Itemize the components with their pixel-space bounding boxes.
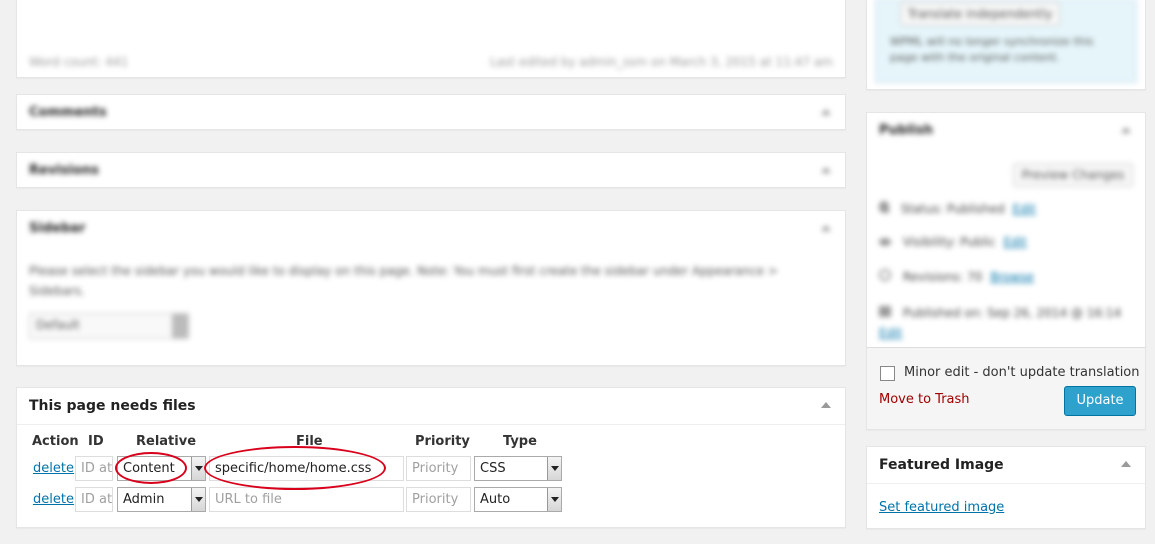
pin-icon: [879, 201, 889, 213]
collapse-icon[interactable]: [821, 402, 831, 408]
relative-value: Content: [123, 461, 175, 476]
priority-placeholder: Priority: [412, 492, 459, 507]
header-relative: Relative: [136, 434, 197, 449]
file-input[interactable]: specific/home/home.css: [209, 456, 404, 481]
sidebar-select[interactable]: Default: [29, 313, 189, 339]
status-row: Status: Published Edit: [879, 201, 1036, 216]
translation-note: WPML will no longer synchronize this pag…: [890, 35, 1094, 64]
id-placeholder: ID att: [81, 492, 113, 507]
clock-icon: [879, 269, 891, 281]
minor-edit-label[interactable]: Minor edit - don't update translation: [904, 365, 1140, 380]
priority-input[interactable]: Priority: [406, 456, 471, 481]
featured-image-header[interactable]: Featured Image: [867, 447, 1145, 484]
files-box-header[interactable]: This page needs files: [17, 388, 845, 425]
sidebar-title: Sidebar: [29, 221, 86, 236]
header-type: Type: [503, 434, 537, 449]
id-input[interactable]: ID att: [75, 456, 113, 481]
status-text: Status: Published: [900, 202, 1005, 216]
relative-value: Admin: [123, 492, 165, 507]
translate-independently-button[interactable]: Translate independently: [900, 2, 1060, 26]
header-file: File: [296, 434, 323, 449]
file-value: specific/home/home.css: [215, 461, 372, 476]
collapse-icon[interactable]: [821, 167, 831, 173]
priority-placeholder: Priority: [412, 461, 459, 476]
select-arrow-icon: [191, 488, 205, 511]
published-row: Published on: Sep 26, 2014 @ 16:14 Edit: [879, 303, 1135, 343]
status-edit-link[interactable]: Edit: [1013, 202, 1036, 216]
revisions-text: Revisions: 70: [902, 270, 983, 284]
published-text: Published on: Sep 26, 2014 @ 16:14: [902, 306, 1122, 320]
type-value: CSS: [480, 461, 506, 476]
published-edit-link[interactable]: Edit: [879, 323, 1135, 343]
calendar-icon: [879, 306, 891, 317]
translation-panel: Translate independently WPML will no lon…: [875, 0, 1137, 83]
publish-box: Publish Preview Changes Status: Publishe…: [866, 112, 1146, 430]
revisions-browse-link[interactable]: Browse: [990, 270, 1034, 284]
file-placeholder: URL to file: [215, 492, 282, 507]
visibility-edit-link[interactable]: Edit: [1003, 235, 1026, 249]
move-to-trash-link[interactable]: Move to Trash: [879, 392, 970, 407]
sidebar-box: Sidebar Please select the sidebar you wo…: [16, 210, 846, 366]
delete-link[interactable]: delete: [33, 461, 74, 476]
minor-edit-checkbox[interactable]: [880, 366, 895, 381]
publish-title: Publish: [879, 123, 933, 138]
revisions-row: Revisions: 70 Browse: [879, 269, 1034, 284]
select-arrow-icon: [172, 314, 188, 338]
comments-box[interactable]: Comments: [16, 94, 846, 130]
file-input[interactable]: URL to file: [209, 487, 404, 512]
priority-input[interactable]: Priority: [406, 487, 471, 512]
type-value: Auto: [480, 492, 511, 507]
collapse-icon[interactable]: [821, 225, 831, 231]
sidebar-description: Please select the sidebar you would like…: [29, 264, 778, 298]
collapse-icon[interactable]: [821, 109, 831, 115]
select-arrow-icon: [191, 457, 205, 480]
update-button[interactable]: Update: [1064, 386, 1136, 416]
revisions-title: Revisions: [29, 163, 99, 178]
header-id: ID: [88, 434, 104, 449]
files-box-title: This page needs files: [29, 398, 196, 414]
revisions-box[interactable]: Revisions: [16, 152, 846, 188]
collapse-icon[interactable]: [1121, 461, 1131, 467]
id-input[interactable]: ID att: [75, 487, 113, 512]
last-edited: Last edited by admin_ssm on March 3, 201…: [490, 55, 833, 69]
delete-link[interactable]: delete: [33, 492, 74, 507]
translation-box: Translate independently WPML will no lon…: [866, 0, 1146, 90]
relative-select[interactable]: Content: [117, 456, 206, 481]
select-arrow-icon: [547, 457, 561, 480]
word-count: Word count: 441: [29, 55, 129, 69]
select-arrow-icon: [547, 488, 561, 511]
type-select[interactable]: CSS: [474, 456, 562, 481]
set-featured-image-link[interactable]: Set featured image: [879, 500, 1004, 515]
relative-select[interactable]: Admin: [117, 487, 206, 512]
comments-title: Comments: [29, 105, 107, 120]
preview-changes-button[interactable]: Preview Changes: [1013, 163, 1133, 187]
id-placeholder: ID att: [81, 461, 113, 476]
type-select[interactable]: Auto: [474, 487, 562, 512]
publish-actions: Minor edit - don't update translation Mo…: [867, 347, 1145, 429]
header-priority: Priority: [415, 434, 470, 449]
featured-image-box: Featured Image Set featured image: [866, 446, 1146, 529]
collapse-icon[interactable]: [1121, 127, 1131, 133]
header-action: Action: [32, 434, 79, 449]
visibility-text: Visibility: Public: [902, 235, 996, 249]
editor-box: Word count: 441 Last edited by admin_ssm…: [16, 0, 846, 78]
visibility-row: Visibility: Public Edit: [879, 235, 1027, 249]
eye-icon: [879, 238, 891, 246]
sidebar-select-value: Default: [36, 318, 80, 332]
featured-image-title: Featured Image: [879, 457, 1004, 473]
